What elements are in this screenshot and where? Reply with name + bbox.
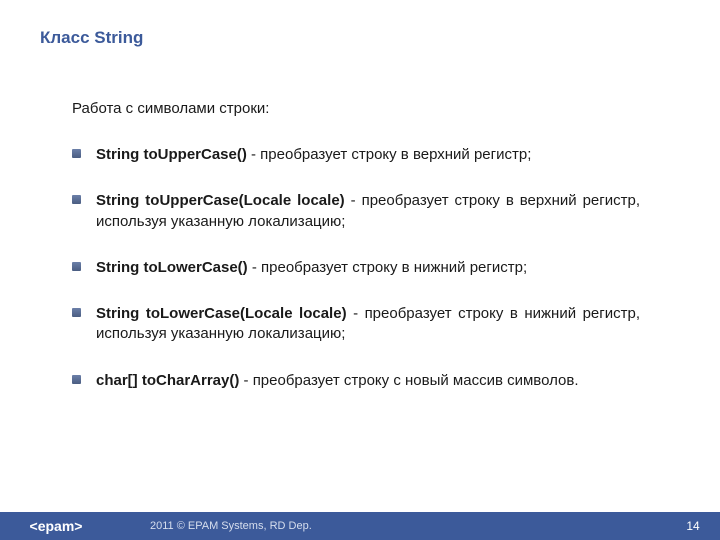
method-description: - преобразует строку с новый массив симв…	[239, 372, 578, 389]
footer-logo: <epam>	[0, 512, 112, 540]
bullet-list: String toUpperCase() - преобразует строк…	[72, 145, 640, 391]
method-signature: String toLowerCase(Locale locale)	[96, 305, 347, 322]
method-signature: String toLowerCase()	[96, 259, 248, 276]
method-signature: String toUpperCase()	[96, 146, 247, 163]
content-area: Работа с символами строки: String toUppe…	[72, 100, 640, 417]
list-item: String toLowerCase(Locale locale) - прео…	[72, 304, 640, 345]
slide-title: Класс String	[40, 28, 143, 48]
footer-copyright: 2011 © EPAM Systems, RD Dep.	[112, 512, 666, 540]
method-signature: String toUpperCase(Locale locale)	[96, 192, 345, 209]
page-number: 14	[666, 512, 720, 540]
method-description: - преобразует строку в нижний регистр;	[248, 259, 527, 276]
list-item: String toUpperCase(Locale locale) - прео…	[72, 191, 640, 232]
method-description: - преобразует строку в верхний регистр;	[247, 146, 532, 163]
list-item: String toUpperCase() - преобразует строк…	[72, 145, 640, 165]
list-item: String toLowerCase() - преобразует строк…	[72, 258, 640, 278]
list-item: char[] toCharArray() - преобразует строк…	[72, 371, 640, 391]
method-signature: char[] toCharArray()	[96, 372, 239, 389]
intro-text: Работа с символами строки:	[72, 100, 640, 117]
footer-bar: <epam> 2011 © EPAM Systems, RD Dep. 14	[0, 512, 720, 540]
